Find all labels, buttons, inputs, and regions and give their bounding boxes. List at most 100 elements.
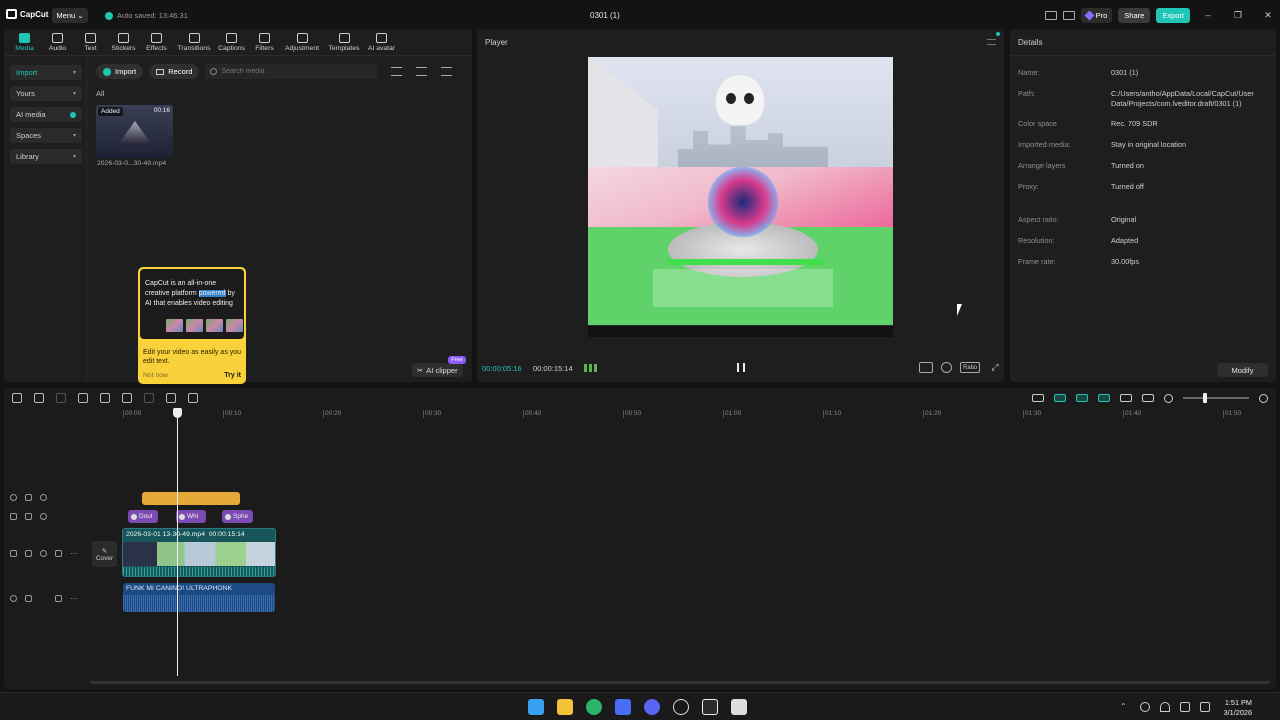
zoom-slider-knob[interactable] bbox=[1203, 393, 1207, 403]
preview-axis-icon[interactable] bbox=[1120, 394, 1132, 402]
side-item-yours[interactable]: Yours ▾ bbox=[10, 86, 82, 101]
zoom-slider[interactable] bbox=[1183, 393, 1249, 403]
try-it-button[interactable]: Try it bbox=[224, 372, 241, 379]
redo-icon[interactable] bbox=[56, 393, 66, 403]
menu-button[interactable]: Menu ⌄ bbox=[52, 8, 88, 23]
zoom-icon[interactable] bbox=[941, 362, 952, 373]
video-clip[interactable]: 2026-03-01 13-30-49.mp4 00:00:15:14 bbox=[122, 528, 276, 577]
battery-icon[interactable] bbox=[1200, 702, 1210, 712]
cover-button[interactable]: ✎ Cover bbox=[92, 541, 117, 567]
tab-stickers[interactable]: Stickers bbox=[107, 31, 140, 52]
ratio-button[interactable]: Ratio bbox=[960, 362, 980, 373]
file-explorer-icon[interactable] bbox=[557, 699, 573, 715]
view-grid-icon[interactable] bbox=[391, 67, 403, 76]
record-button[interactable]: Record bbox=[149, 64, 200, 79]
close-icon[interactable]: ✕ bbox=[1256, 8, 1280, 23]
trim-right-icon[interactable] bbox=[122, 393, 132, 403]
not-now-button[interactable]: Not now bbox=[143, 372, 168, 379]
discord-icon[interactable] bbox=[644, 699, 660, 715]
side-item-import[interactable]: Import ▾ bbox=[10, 65, 82, 80]
tab-transitions[interactable]: Transitions bbox=[173, 31, 215, 52]
shield-icon[interactable] bbox=[166, 393, 176, 403]
openai-icon[interactable] bbox=[673, 699, 689, 715]
side-item-ai-media[interactable]: AI media bbox=[10, 107, 82, 122]
windows-start-icon[interactable] bbox=[528, 699, 544, 715]
taskbar-clock[interactable]: 1:51 PM 3/1/2026 bbox=[1224, 698, 1252, 718]
timecode-grid-icon[interactable] bbox=[584, 364, 598, 372]
timeline-ruler[interactable]: 00:00 00:10 00:20 00:30 00:40 00:50 01:0… bbox=[121, 408, 1271, 420]
speaker-icon[interactable] bbox=[55, 550, 62, 557]
playhead[interactable] bbox=[177, 408, 178, 676]
side-item-spaces[interactable]: Spaces ▾ bbox=[10, 128, 82, 143]
delete-icon[interactable] bbox=[144, 393, 154, 403]
search-box[interactable] bbox=[205, 64, 378, 79]
lock-icon[interactable] bbox=[25, 595, 32, 602]
modify-button[interactable]: Modify bbox=[1217, 363, 1268, 377]
app-icon[interactable] bbox=[615, 699, 631, 715]
fullscreen-preview-icon[interactable] bbox=[919, 362, 933, 373]
magnet-icon[interactable] bbox=[1076, 394, 1088, 402]
pro-button[interactable]: Pro bbox=[1080, 7, 1113, 23]
microphone-icon[interactable] bbox=[1032, 394, 1044, 402]
linkage-icon[interactable] bbox=[1098, 394, 1110, 402]
side-item-library[interactable]: Library ▾ bbox=[10, 149, 82, 164]
speaker-icon[interactable] bbox=[55, 595, 62, 602]
tab-captions[interactable]: Captions bbox=[215, 31, 248, 52]
tab-media[interactable]: Media bbox=[8, 31, 41, 52]
shortcuts-icon[interactable] bbox=[1062, 10, 1075, 20]
minimize-icon[interactable]: – bbox=[1196, 8, 1220, 23]
undo-icon[interactable] bbox=[34, 393, 44, 403]
search-input[interactable] bbox=[221, 68, 372, 75]
expand-icon[interactable]: ⤢ bbox=[990, 362, 1000, 373]
volume-icon[interactable] bbox=[1180, 702, 1190, 712]
timeline-scrollbar[interactable] bbox=[90, 681, 1270, 684]
tab-adjustment[interactable]: Adjustment bbox=[281, 31, 323, 52]
trim-left-icon[interactable] bbox=[100, 393, 110, 403]
audio-clip[interactable]: FUNK MI CANINO! ULTRAPHONK bbox=[123, 583, 275, 612]
tab-ai-avatar[interactable]: AI avatar bbox=[365, 31, 398, 52]
tab-templates[interactable]: Templates bbox=[323, 31, 365, 52]
tab-audio[interactable]: Audio bbox=[41, 31, 74, 52]
split-icon[interactable] bbox=[78, 393, 88, 403]
sticker-clip[interactable] bbox=[142, 492, 240, 505]
pause-button[interactable] bbox=[737, 363, 745, 372]
link-main-track-icon[interactable] bbox=[1054, 394, 1066, 402]
eye-icon[interactable] bbox=[40, 550, 47, 557]
wifi-icon[interactable] bbox=[1160, 702, 1170, 712]
eye-icon[interactable] bbox=[40, 494, 47, 501]
edge-browser-icon[interactable] bbox=[586, 699, 602, 715]
eye-icon[interactable] bbox=[40, 513, 47, 520]
effect-clip[interactable]: Doul bbox=[128, 510, 158, 523]
zoom-in-icon[interactable] bbox=[1259, 393, 1268, 403]
app-icon[interactable] bbox=[731, 699, 747, 715]
share-button[interactable]: Share bbox=[1118, 7, 1151, 23]
export-button[interactable]: Export bbox=[1156, 7, 1190, 23]
lock-icon[interactable] bbox=[25, 494, 32, 501]
menu-icon[interactable] bbox=[987, 39, 996, 45]
video-preview[interactable] bbox=[588, 57, 893, 337]
microphone-icon[interactable] bbox=[1140, 702, 1150, 712]
media-filter-all[interactable]: All bbox=[96, 89, 104, 98]
lock-icon[interactable] bbox=[25, 550, 32, 557]
maximize-icon[interactable]: ❐ bbox=[1226, 8, 1250, 23]
captions-track-icon[interactable] bbox=[1142, 394, 1154, 402]
media-item[interactable]: Added 00:16 bbox=[96, 105, 173, 158]
zoom-out-icon[interactable] bbox=[1164, 393, 1173, 403]
smart-edit-icon[interactable] bbox=[188, 393, 198, 403]
effect-clip[interactable]: Whi bbox=[176, 510, 206, 523]
select-tool-icon[interactable] bbox=[12, 393, 22, 403]
more-icon[interactable]: ⋯ bbox=[70, 549, 78, 558]
effect-clip[interactable]: Sphe bbox=[222, 510, 253, 523]
filter-icon[interactable] bbox=[441, 67, 453, 76]
import-button[interactable]: Import bbox=[96, 64, 144, 79]
more-icon[interactable]: ⋯ bbox=[70, 594, 78, 603]
layout-icon[interactable] bbox=[1044, 10, 1057, 20]
lock-icon[interactable] bbox=[25, 513, 32, 520]
ai-clipper-button[interactable]: ✂ AI clipper Free bbox=[412, 356, 466, 377]
chevron-up-icon[interactable]: ⌃ bbox=[1120, 702, 1130, 712]
tab-effects[interactable]: Effects bbox=[140, 31, 173, 52]
sort-icon[interactable] bbox=[416, 67, 428, 76]
capcut-taskbar-icon[interactable] bbox=[702, 699, 718, 715]
tab-filters[interactable]: Filters bbox=[248, 31, 281, 52]
tab-text[interactable]: Text bbox=[74, 31, 107, 52]
